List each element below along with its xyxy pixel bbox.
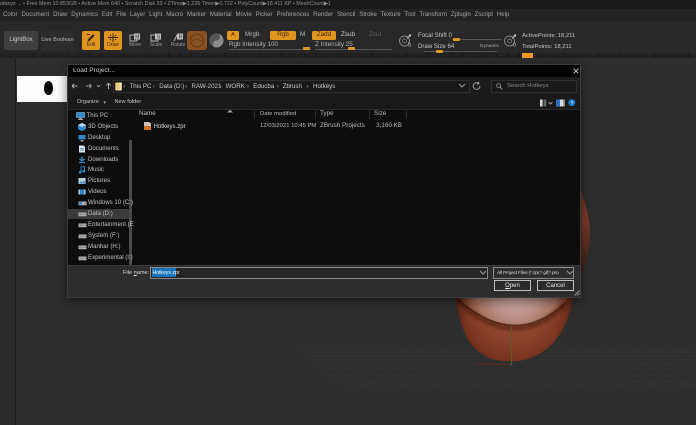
- svg-text:0: 0: [513, 43, 516, 49]
- svg-text:R: R: [179, 35, 183, 41]
- svg-text:S: S: [408, 43, 412, 49]
- svg-text:?: ?: [571, 101, 574, 107]
- svg-text:M: M: [135, 35, 139, 41]
